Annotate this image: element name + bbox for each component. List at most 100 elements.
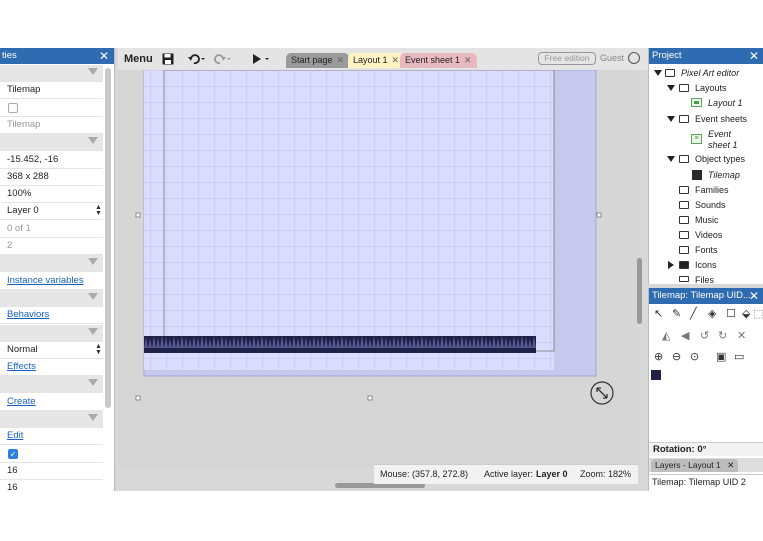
tree-event-sheet-1[interactable]: Event sheet 1 — [708, 129, 744, 151]
select-arrows-icon[interactable]: ▲ ▼ — [95, 204, 102, 217]
event-sheet-icon: ≡ — [691, 134, 702, 144]
properties-scrollbar[interactable] — [105, 68, 111, 408]
chevron-down-icon[interactable] — [88, 292, 98, 300]
chevron-down-icon[interactable] — [667, 85, 675, 91]
chevron-down-icon[interactable] — [88, 258, 98, 266]
close-icon[interactable]: ✕ — [464, 55, 472, 65]
chevron-down-icon[interactable] — [88, 137, 98, 145]
rotate-ccw-icon[interactable]: ↺ — [700, 330, 709, 342]
tab-label: Layout 1 — [353, 55, 388, 65]
tree-event-sheets[interactable]: Event sheets — [695, 114, 747, 124]
marquee-icon[interactable]: ⬚ — [753, 308, 763, 320]
close-icon[interactable]: ✕ — [749, 48, 759, 64]
rotate-cw-icon[interactable]: ↻ — [718, 330, 727, 342]
close-icon[interactable]: ✕ — [727, 460, 734, 470]
avatar-icon[interactable] — [628, 52, 640, 64]
tree-videos[interactable]: Videos — [695, 230, 722, 240]
close-icon[interactable]: ✕ — [99, 49, 109, 63]
chevron-down-icon[interactable] — [88, 68, 98, 75]
tree-music[interactable]: Music — [695, 215, 719, 225]
tree-files[interactable]: Files — [695, 275, 714, 284]
property-value[interactable]: 100% — [7, 188, 31, 199]
layout-canvas[interactable] — [118, 70, 638, 468]
zoom-in-icon[interactable]: ⊕ — [654, 351, 663, 363]
chevron-down-icon[interactable] — [88, 379, 98, 387]
folder-icon — [679, 276, 689, 282]
property-category[interactable] — [0, 324, 103, 342]
folder-icon[interactable]: ▭ — [734, 351, 744, 363]
menu-button[interactable]: Menu — [124, 50, 153, 68]
chevron-down-icon[interactable] — [88, 414, 98, 421]
tab-event-sheet-1[interactable]: Event sheet 1 ✕ — [400, 53, 477, 68]
property-category[interactable] — [0, 65, 103, 82]
property-value[interactable]: 16 — [7, 482, 18, 491]
undo-icon[interactable] — [188, 50, 206, 68]
chevron-down-icon[interactable] — [654, 70, 662, 76]
tree-families[interactable]: Families — [695, 185, 729, 195]
tree-icons[interactable]: Icons — [695, 260, 717, 270]
property-checkbox[interactable] — [8, 102, 18, 113]
property-link[interactable]: Effects — [7, 361, 36, 372]
flip-icon[interactable]: ◀ — [681, 330, 689, 342]
line-icon[interactable]: ╱ — [690, 308, 697, 320]
zoom-out-icon[interactable]: ⊖ — [672, 351, 681, 363]
select-arrows-icon[interactable]: ▲ ▼ — [95, 343, 102, 356]
property-link[interactable]: Instance variables — [7, 275, 84, 286]
property-value[interactable]: Layer 0 — [7, 205, 39, 216]
chevron-down-icon[interactable] — [667, 116, 675, 122]
tree-layouts[interactable]: Layouts — [695, 83, 727, 93]
property-value[interactable]: Tilemap — [7, 84, 40, 95]
property-value[interactable]: -15.452, -16 — [7, 154, 58, 165]
property-category[interactable] — [0, 376, 103, 394]
property-link[interactable]: Edit — [7, 430, 23, 441]
eraser-icon[interactable]: ◈ — [708, 308, 716, 320]
fill-icon[interactable]: ⬙ — [742, 308, 750, 320]
close-icon[interactable]: ✕ — [337, 55, 345, 65]
save-icon[interactable]: ▣ — [716, 351, 726, 363]
canvas-vertical-scrollbar[interactable] — [637, 258, 642, 324]
tree-object-types[interactable]: Object types — [695, 154, 745, 164]
property-row: Instance variables — [0, 272, 103, 290]
property-checkbox[interactable]: ✓ — [8, 448, 18, 459]
folder-icon — [679, 186, 689, 194]
reset-icon[interactable]: ✕ — [737, 330, 746, 342]
status-bar: Mouse: (357.8, 272.8) Active layer: Laye… — [374, 464, 638, 484]
close-icon[interactable]: ✕ — [749, 288, 759, 304]
tree-layout-1[interactable]: Layout 1 — [708, 98, 743, 108]
pointer-icon[interactable]: ↖ — [654, 308, 663, 320]
pencil-icon[interactable]: ✎ — [672, 308, 681, 320]
property-link[interactable]: Create — [7, 396, 36, 407]
tab-layout-1[interactable]: Layout 1 ✕ — [348, 53, 405, 68]
redo-icon[interactable] — [214, 50, 232, 68]
property-value[interactable]: 16 — [7, 465, 18, 476]
rectangle-icon[interactable]: ☐ — [726, 308, 736, 320]
tilemap-title-bar: Tilemap: Tilemap UID... ✕ — [649, 288, 763, 304]
tab-start-page[interactable]: Start page ✕ — [286, 53, 350, 68]
zoom-reset-icon[interactable]: ⊙ — [690, 351, 699, 363]
property-link[interactable]: Behaviors — [7, 309, 49, 320]
property-value[interactable]: Normal — [7, 344, 38, 355]
tree-sounds[interactable]: Sounds — [695, 200, 726, 210]
folder-icon — [679, 84, 689, 92]
chevron-right-icon[interactable] — [668, 261, 674, 269]
mirror-icon[interactable]: ◭ — [662, 330, 670, 342]
property-value[interactable]: 368 x 288 — [7, 171, 49, 182]
tab-layers[interactable]: Layers - Layout 1 ✕ — [651, 459, 739, 472]
tileset-preview[interactable] — [651, 370, 661, 380]
property-row: Edit — [0, 428, 103, 446]
floppy-disk-icon[interactable] — [162, 50, 174, 68]
property-category[interactable] — [0, 411, 103, 428]
chevron-down-icon[interactable] — [88, 327, 98, 335]
folder-icon — [665, 69, 675, 77]
close-icon[interactable]: ✕ — [392, 55, 400, 65]
tree-tilemap[interactable]: Tilemap — [708, 170, 740, 180]
tree-fonts[interactable]: Fonts — [695, 245, 718, 255]
property-category[interactable] — [0, 134, 103, 152]
project-root[interactable]: Pixel Art editor — [681, 68, 739, 78]
chevron-down-icon[interactable] — [667, 156, 675, 162]
free-edition-badge[interactable]: Free edition — [538, 52, 596, 65]
property-category[interactable] — [0, 255, 103, 273]
property-category[interactable] — [0, 289, 103, 307]
play-icon[interactable] — [252, 50, 272, 68]
property-row: Create — [0, 393, 103, 411]
